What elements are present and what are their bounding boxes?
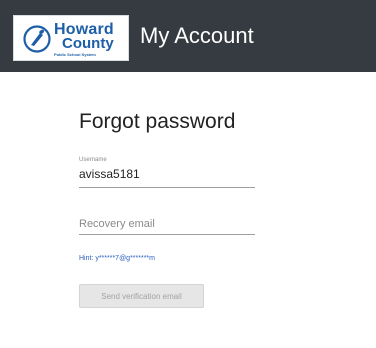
logo-tagline: Public School System	[54, 52, 96, 57]
torch-emblem-icon	[23, 25, 51, 53]
send-verification-email-button[interactable]: Send verification email	[79, 284, 204, 308]
logo-word-county: County	[62, 35, 114, 52]
top-app-bar: Howard County Public School System My Ac…	[0, 0, 376, 72]
username-field[interactable]: avissa5181	[79, 166, 255, 188]
page-title: Forgot password	[79, 110, 236, 133]
hcpss-logo[interactable]: Howard County Public School System	[13, 15, 129, 61]
recovery-hint: Hint: y******7@g*******m	[79, 255, 155, 262]
recovery-email-input[interactable]	[79, 213, 255, 235]
username-label: Username	[79, 157, 107, 163]
app-title: My Account	[140, 23, 254, 48]
